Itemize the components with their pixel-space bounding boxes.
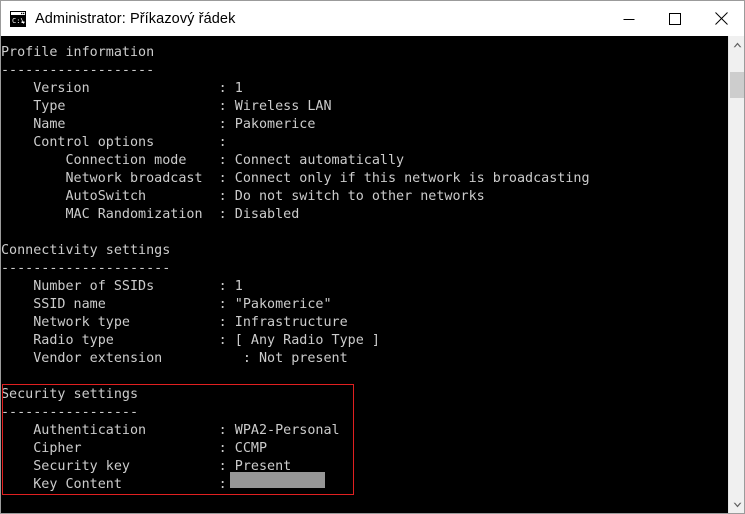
console-line: MAC Randomization : Disabled: [1, 207, 300, 222]
console-line: Authentication : WPA2-Personal: [1, 423, 340, 438]
console-output-area[interactable]: Profile information ------------------- V…: [1, 36, 744, 513]
console-line: Name : Pakomerice: [1, 117, 316, 132]
scrollbar-track[interactable]: [729, 53, 744, 496]
minimize-button[interactable]: [606, 1, 652, 36]
console-line: Cipher : CCMP: [1, 441, 268, 456]
console-text: Profile information ------------------- V…: [1, 44, 590, 513]
key-content-redaction-block: [230, 472, 325, 488]
console-line: Control options :: [1, 135, 227, 150]
command-prompt-window: C:\ Administrator: Příkazový řádek Profi…: [0, 0, 745, 514]
console-line: Cost settings: [1, 512, 590, 513]
window-title: Administrator: Příkazový řádek: [35, 10, 236, 27]
title-bar[interactable]: C:\ Administrator: Příkazový řádek: [1, 1, 744, 36]
console-line: Network broadcast : Connect only if this…: [1, 171, 590, 186]
console-line: AutoSwitch : Do not switch to other netw…: [1, 189, 485, 204]
scrollbar-thumb[interactable]: [730, 72, 744, 98]
console-line: -----------------: [1, 405, 139, 420]
maximize-button[interactable]: [652, 1, 698, 36]
console-line: SSID name : "Pakomerice": [1, 297, 332, 312]
console-line: Vendor extension : Not present: [1, 351, 348, 366]
command-prompt-icon: C:\: [10, 10, 26, 27]
scroll-down-arrow-icon[interactable]: [729, 496, 744, 513]
console-line: Profile information: [1, 45, 155, 60]
console-line: Network type : Infrastructure: [1, 315, 348, 330]
console-line: Connectivity settings: [1, 243, 171, 258]
console-line: ---------------------: [1, 261, 171, 276]
console-line: Type : Wireless LAN: [1, 99, 332, 114]
window-controls: [606, 1, 744, 36]
console-line: Version : 1: [1, 81, 243, 96]
console-line: Number of SSIDs : 1: [1, 279, 243, 294]
console-line: Security settings: [1, 387, 139, 402]
console-line: -------------------: [1, 63, 155, 78]
close-button[interactable]: [698, 1, 744, 36]
vertical-scrollbar[interactable]: [728, 36, 744, 513]
console-line: Radio type : [ Any Radio Type ]: [1, 333, 380, 348]
svg-text:C:\: C:\: [12, 17, 25, 25]
scroll-up-arrow-icon[interactable]: [729, 36, 744, 53]
console-line: Connection mode : Connect automatically: [1, 153, 405, 168]
